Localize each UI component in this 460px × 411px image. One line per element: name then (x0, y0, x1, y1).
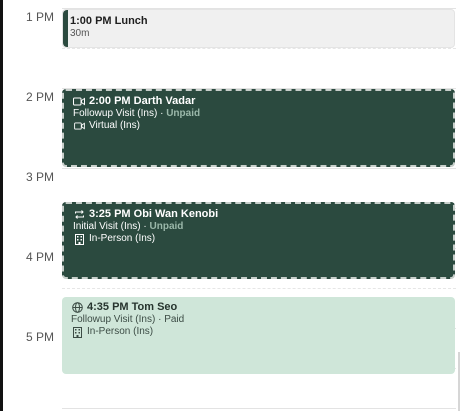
event-location: Virtual (Ins) (73, 120, 445, 132)
hour-gridline (62, 408, 456, 409)
event-obi-wan-kenobi[interactable]: 3:25 PM Obi Wan Kenobi Initial Visit (In… (62, 202, 455, 279)
repeat-icon (73, 209, 85, 220)
building-icon (73, 233, 85, 245)
event-time: 2:00 PM (89, 95, 131, 107)
visit-type: Followup Visit (Ins) (71, 314, 156, 325)
separator: · (160, 108, 164, 119)
location-label: Virtual (Ins) (89, 120, 140, 131)
visit-type: Initial Visit (Ins) (73, 221, 141, 232)
event-title: 3:25 PM Obi Wan Kenobi (73, 208, 445, 221)
separator: · (143, 221, 147, 232)
event-name: Tom Seo (131, 301, 178, 313)
event-time: 4:35 PM (87, 301, 129, 313)
location-label: In-Person (Ins) (87, 326, 154, 337)
half-hour-gridline (62, 48, 456, 49)
hour-label-5pm: 5 PM (25, 330, 54, 344)
window-edge (0, 0, 3, 411)
video-icon (73, 121, 85, 132)
globe-icon (71, 302, 83, 313)
event-tom-seo[interactable]: 4:35 PM Tom Seo Followup Visit (Ins) · P… (62, 297, 455, 374)
event-name: Obi Wan Kenobi (133, 208, 219, 220)
visit-type: Followup Visit (Ins) (73, 108, 158, 119)
hour-label-1pm: 1 PM (25, 10, 54, 24)
separator: · (158, 314, 162, 325)
event-time: 3:25 PM (89, 208, 131, 220)
half-hour-gridline (62, 288, 456, 289)
event-location: In-Person (Ins) (73, 233, 445, 245)
event-title: 2:00 PM Darth Vadar (73, 95, 445, 108)
building-icon (71, 326, 83, 338)
event-name: Darth Vadar (133, 95, 196, 107)
event-visit-info: Followup Visit (Ins) · Unpaid (73, 108, 445, 120)
event-title: 4:35 PM Tom Seo (71, 301, 447, 314)
event-darth-vadar[interactable]: 2:00 PM Darth Vadar Followup Visit (Ins)… (62, 89, 455, 167)
video-icon (73, 96, 85, 107)
event-location: In-Person (Ins) (71, 326, 447, 338)
payment-status: Unpaid (166, 108, 201, 119)
event-time: 1:00 PM (70, 15, 112, 27)
location-label: In-Person (Ins) (89, 233, 156, 244)
event-visit-info: Followup Visit (Ins) · Paid (71, 314, 447, 326)
event-lunch[interactable]: 1:00 PM Lunch 30m (62, 9, 455, 48)
hour-label-4pm: 4 PM (25, 250, 54, 264)
event-duration: 30m (70, 28, 90, 39)
hour-gridline (62, 168, 456, 169)
hour-label-2pm: 2 PM (25, 90, 54, 104)
event-visit-info: Initial Visit (Ins) · Unpaid (73, 221, 445, 233)
event-name: Lunch (114, 15, 148, 27)
payment-status: Paid (164, 314, 185, 325)
payment-status: Unpaid (149, 221, 184, 232)
event-title: 1:00 PM Lunch (70, 15, 446, 28)
hour-label-3pm: 3 PM (25, 170, 54, 184)
event-color-bar (63, 10, 68, 47)
